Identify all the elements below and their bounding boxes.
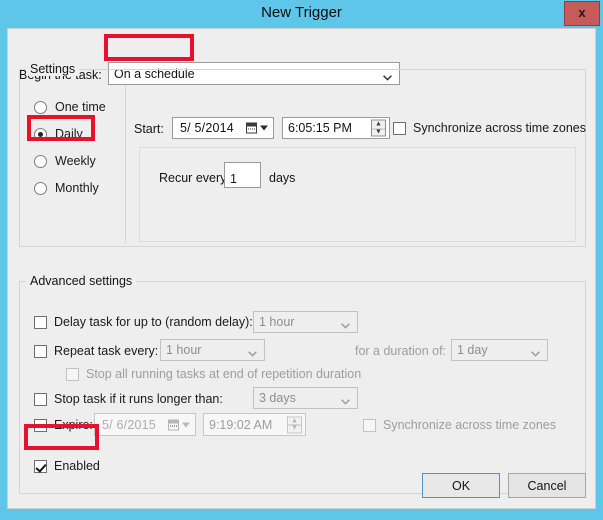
spinner-up-icon[interactable]: ▲ — [288, 417, 301, 425]
checkbox-label: Delay task for up to (random delay): — [54, 315, 253, 329]
recur-every-label: Recur every: — [159, 171, 230, 185]
calendar-icon — [168, 419, 179, 430]
chevron-down-icon — [182, 422, 190, 427]
start-date-value: 5/ 5/2014 — [180, 121, 234, 135]
calendar-icon — [246, 122, 257, 134]
recurrence-panel — [139, 147, 576, 242]
radio-indicator — [34, 155, 47, 168]
expire-date-value: 5/ 6/2015 — [102, 417, 156, 432]
checkbox-label: Synchronize across time zones — [383, 418, 556, 432]
chevron-down-icon — [341, 319, 350, 329]
delay-duration-value: 1 hour — [259, 314, 295, 329]
radio-indicator — [34, 101, 47, 114]
spinner-icon[interactable]: ▲ ▼ — [287, 416, 302, 433]
ok-button[interactable]: OK — [422, 473, 500, 498]
chevron-down-icon — [531, 347, 540, 357]
checkbox-indicator — [34, 460, 47, 473]
checkbox-indicator — [66, 368, 79, 381]
stop-task-longer-checkbox[interactable]: Stop task if it runs longer than: — [34, 391, 234, 409]
spinner-down-icon[interactable]: ▼ — [288, 425, 301, 433]
checkbox-indicator — [34, 316, 47, 329]
radio-label: Daily — [55, 127, 83, 141]
enabled-checkbox[interactable]: Enabled — [34, 458, 124, 476]
close-icon[interactable]: x — [564, 1, 600, 26]
repeat-interval-combobox[interactable]: 1 hour — [160, 339, 265, 361]
expire-time-value: 9:19:02 AM — [209, 417, 273, 432]
start-label: Start: — [134, 122, 164, 136]
spinner-up-icon[interactable]: ▲ — [372, 121, 385, 129]
radio-indicator — [34, 182, 47, 195]
start-time-spinner[interactable]: 6:05:15 PM ▲ ▼ — [282, 117, 390, 139]
checkbox-indicator — [34, 345, 47, 358]
checkbox-indicator — [34, 393, 47, 406]
checkbox-label: Repeat task every: — [54, 344, 159, 358]
radio-label: One time — [55, 100, 106, 114]
repeat-task-checkbox[interactable]: Repeat task every: — [34, 343, 158, 361]
radio-indicator — [34, 128, 47, 141]
settings-divider — [125, 85, 126, 243]
start-date-picker[interactable]: 5/ 5/2014 — [172, 117, 274, 139]
chevron-down-icon — [341, 395, 350, 405]
window-title: New Trigger — [261, 4, 342, 21]
repeat-duration-value: 1 day — [457, 342, 488, 357]
chevron-down-icon — [260, 125, 268, 131]
radio-monthly[interactable]: Monthly — [34, 180, 126, 198]
spinner-icon[interactable]: ▲ ▼ — [371, 119, 386, 137]
radio-label: Weekly — [55, 154, 96, 168]
checkbox-indicator — [393, 122, 406, 135]
delay-task-checkbox[interactable]: Delay task for up to (random delay): — [34, 314, 253, 332]
checkbox-label: Enabled — [54, 459, 100, 473]
checkbox-label: Expire: — [54, 418, 93, 432]
stop-task-duration-value: 3 days — [259, 390, 296, 405]
repeat-interval-value: 1 hour — [166, 342, 202, 357]
radio-daily[interactable]: Daily — [34, 126, 126, 144]
dialog-client-area: Begin the task: On a schedule Settings O… — [7, 28, 596, 509]
radio-label: Monthly — [55, 181, 99, 195]
repeat-duration-combobox[interactable]: 1 day — [451, 339, 548, 361]
recur-every-value: 1 — [230, 172, 237, 186]
start-time-value: 6:05:15 PM — [288, 121, 352, 135]
chevron-down-icon — [248, 347, 257, 357]
spinner-down-icon[interactable]: ▼ — [372, 128, 385, 136]
start-sync-timezones-checkbox[interactable]: Synchronize across time zones — [393, 120, 586, 138]
ok-button-label: OK — [451, 478, 471, 493]
title-bar: New Trigger x — [0, 0, 603, 28]
stop-all-running-tasks-checkbox[interactable]: Stop all running tasks at end of repetit… — [66, 366, 361, 384]
checkbox-label: Synchronize across time zones — [413, 121, 586, 135]
recur-unit-label: days — [269, 171, 296, 185]
radio-weekly[interactable]: Weekly — [34, 153, 126, 171]
expire-time-spinner[interactable]: 9:19:02 AM ▲ ▼ — [203, 413, 306, 436]
advanced-group-title: Advanced settings — [26, 274, 137, 288]
duration-label: for a duration of: — [355, 344, 447, 358]
stop-task-duration-combobox[interactable]: 3 days — [253, 387, 358, 409]
new-trigger-dialog: New Trigger x Begin the task: On a sched… — [0, 0, 603, 520]
radio-one-time[interactable]: One time — [34, 99, 126, 117]
cancel-button-label: Cancel — [527, 478, 567, 493]
settings-group-title: Settings — [26, 62, 80, 76]
checkbox-label: Stop task if it runs longer than: — [54, 392, 223, 406]
checkbox-indicator — [34, 419, 47, 432]
delay-duration-combobox[interactable]: 1 hour — [253, 311, 358, 333]
expire-sync-timezones-checkbox[interactable]: Synchronize across time zones — [363, 417, 563, 435]
cancel-button[interactable]: Cancel — [508, 473, 586, 498]
checkbox-indicator — [363, 419, 376, 432]
expire-date-picker[interactable]: 5/ 6/2015 — [94, 413, 196, 436]
checkbox-label: Stop all running tasks at end of repetit… — [86, 367, 362, 381]
recur-every-input[interactable]: 1 — [224, 162, 261, 188]
